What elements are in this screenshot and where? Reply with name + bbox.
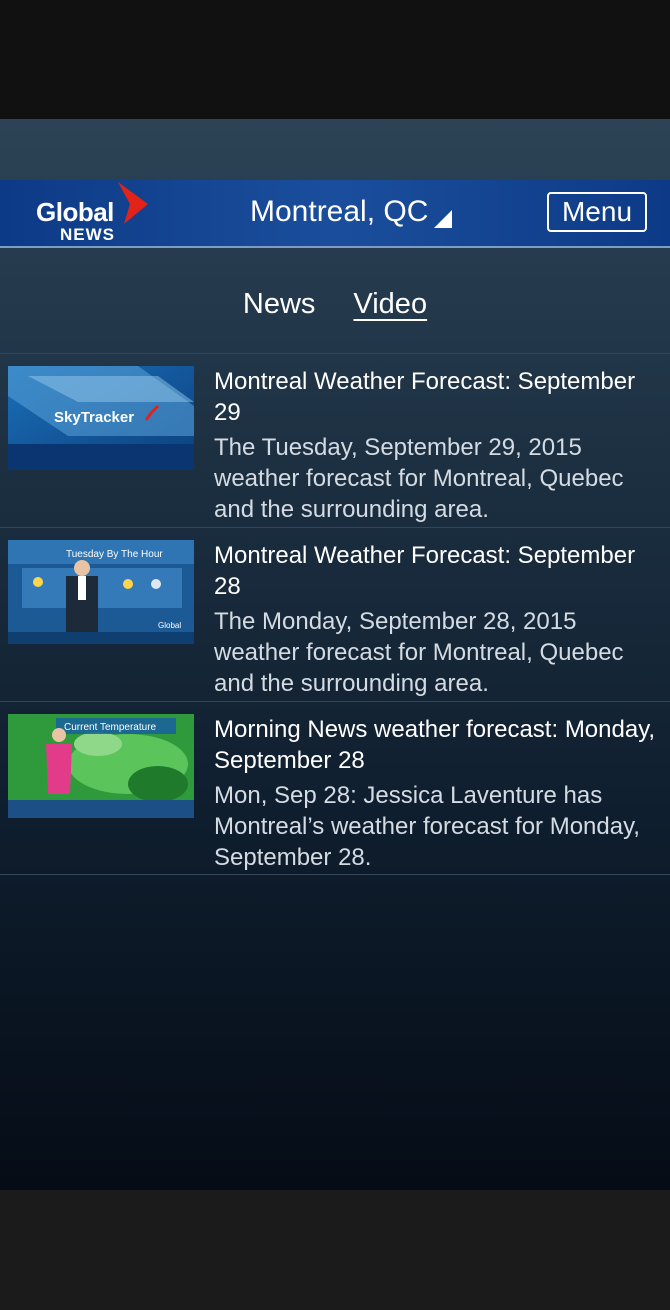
video-list: SkyTracker Montreal Weather Forecast: Se…	[0, 353, 670, 875]
app-header: Global NEWS Montreal, QC Menu	[0, 180, 670, 248]
video-list-item[interactable]: SkyTracker Montreal Weather Forecast: Se…	[0, 353, 670, 527]
thumbnail-caption: Current Temperature	[64, 722, 157, 733]
video-list-item[interactable]: Tuesday By The Hour Global Montreal Weat…	[0, 527, 670, 701]
dropdown-triangle-icon	[434, 210, 453, 228]
video-description: The Monday, September 28, 2015 weather f…	[214, 608, 624, 697]
thumbnail-caption: SkyTracker	[54, 409, 134, 426]
status-bar-area	[0, 0, 670, 119]
app-screen: Global NEWS Montreal, QC Menu News Video	[0, 119, 670, 1190]
logo-wordmark: Global	[36, 197, 114, 227]
video-text: Morning News weather forecast: Monday, S…	[214, 714, 664, 873]
navigation-bar-area	[0, 1190, 670, 1310]
tab-video[interactable]: Video	[353, 284, 427, 324]
video-description: The Tuesday, September 29, 2015 weather …	[214, 434, 624, 523]
video-text: Montreal Weather Forecast: September 29 …	[214, 366, 664, 525]
video-title[interactable]: Morning News weather forecast: Monday, S…	[214, 714, 664, 776]
video-title[interactable]: Montreal Weather Forecast: September 28	[214, 540, 664, 602]
video-title[interactable]: Montreal Weather Forecast: September 29	[214, 366, 664, 428]
video-list-item[interactable]: Current Temperature Morning News weather…	[0, 701, 670, 875]
video-description: Mon, Sep 28: Jessica Laventure has Montr…	[214, 782, 640, 871]
tab-bar: News Video	[0, 284, 670, 324]
menu-button[interactable]: Menu	[547, 192, 647, 232]
global-news-logo[interactable]: Global NEWS	[36, 180, 156, 244]
thumbnail-caption: Tuesday By The Hour	[66, 549, 163, 560]
video-thumbnail[interactable]: Tuesday By The Hour Global	[8, 540, 194, 644]
video-text: Montreal Weather Forecast: September 28 …	[214, 540, 664, 699]
logo-subtitle: NEWS	[60, 225, 115, 244]
location-selector[interactable]: Montreal, QC	[250, 194, 453, 230]
video-thumbnail[interactable]: Current Temperature	[8, 714, 194, 818]
svg-text:Global: Global	[158, 621, 181, 630]
video-thumbnail[interactable]: SkyTracker	[8, 366, 194, 470]
location-label: Montreal, QC	[250, 195, 429, 228]
tab-news[interactable]: News	[243, 284, 316, 324]
logo-chevron-icon	[118, 182, 148, 224]
